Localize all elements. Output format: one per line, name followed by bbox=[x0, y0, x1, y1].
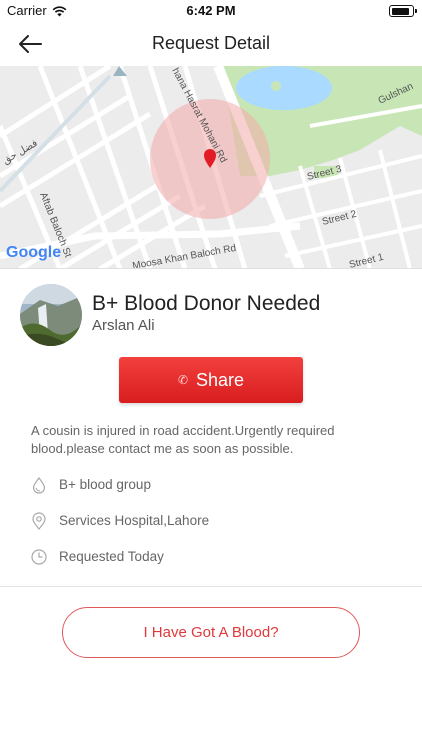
clock-icon bbox=[30, 548, 48, 566]
request-header: B+ Blood Donor Needed Arslan Ali bbox=[20, 284, 410, 348]
status-bar: Carrier 6:42 PM bbox=[0, 0, 422, 22]
requested-time-text: Requested Today bbox=[59, 549, 164, 564]
divider bbox=[0, 586, 422, 587]
detail-blood-group: B+ blood group bbox=[30, 474, 390, 498]
page-title: Request Detail bbox=[151, 33, 271, 53]
share-button-label: Share bbox=[196, 369, 245, 390]
got-blood-button[interactable]: I Have Got A Blood? bbox=[62, 607, 360, 658]
avatar bbox=[20, 284, 82, 346]
share-button[interactable]: ✆ Share bbox=[119, 357, 303, 403]
status-time: 6:42 PM bbox=[186, 3, 236, 18]
phone-icon: ✆ bbox=[177, 373, 188, 387]
blood-group-text: B+ blood group bbox=[59, 477, 151, 492]
google-logo: Google bbox=[6, 244, 61, 261]
location-map[interactable]: hana Hasrat Mohani Rd Street 3 Street 2 … bbox=[0, 66, 422, 269]
detail-requested-time: Requested Today bbox=[30, 546, 390, 570]
battery-icon bbox=[389, 5, 417, 17]
navigation-bar: Request Detail bbox=[0, 22, 422, 66]
requester-name: Arslan Ali bbox=[92, 317, 155, 334]
location-text: Services Hospital,Lahore bbox=[59, 513, 210, 528]
detail-location: Services Hospital,Lahore bbox=[30, 510, 390, 534]
request-description: A cousin is injured in road accident.Urg… bbox=[31, 423, 335, 456]
request-title: B+ Blood Donor Needed bbox=[92, 292, 321, 315]
location-pin-icon bbox=[30, 512, 48, 530]
blood-drop-icon bbox=[30, 476, 48, 494]
